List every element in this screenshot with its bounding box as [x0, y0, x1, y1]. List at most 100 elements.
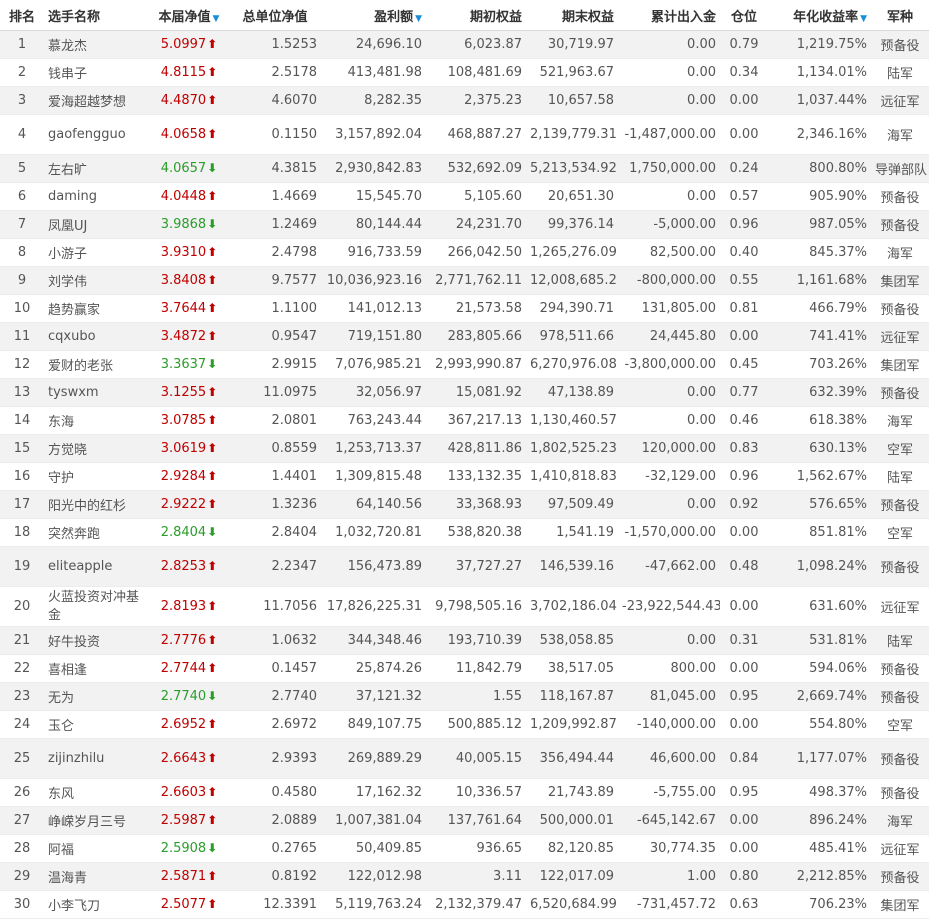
player-name-cell[interactable]: 阿福 — [44, 834, 149, 863]
table-row[interactable]: 26 东风 2.6603⬆ 0.4580 17,162.32 10,336.57 21,74… — [0, 778, 929, 807]
table-row[interactable]: 24 玉仑 2.6952⬆ 2.6972 849,107.75 500,885.12 1,2… — [0, 710, 929, 739]
table-row[interactable]: 20 火蓝投资对冲基金 2.8193⬆ 11.7056 17,826,225.31 9,7… — [0, 586, 929, 627]
player-name-cell[interactable]: 爱海超越梦想 — [44, 86, 149, 115]
player-name-cell[interactable]: 无为 — [44, 682, 149, 711]
table-row[interactable]: 23 无为 2.7740⬇ 2.7740 37,121.32 1.55 118,167.87… — [0, 682, 929, 711]
table-row[interactable]: 27 峥嵘岁月三号 2.5987⬆ 2.0889 1,007,381.04 137,761… — [0, 806, 929, 835]
position-cell: 0.95 — [720, 682, 768, 711]
header-current-nav[interactable]: 本届净值 ▼ — [149, 0, 229, 31]
total-unit-nav-cell: 2.7740 — [229, 682, 321, 711]
player-name-cell[interactable]: 刘学伟 — [44, 266, 149, 295]
player-name-cell[interactable]: 东风 — [44, 778, 149, 807]
player-name-cell[interactable]: 爱财的老张 — [44, 350, 149, 379]
player-name-cell[interactable]: 慕龙杰 — [44, 30, 149, 59]
table-row[interactable]: 30 小李飞刀 2.5077⬆ 12.3391 5,119,763.24 2,132,37… — [0, 890, 929, 919]
table-row[interactable]: 3 爱海超越梦想 4.4870⬆ 4.6070 8,282.35 2,375.23 10,6… — [0, 86, 929, 115]
player-name-cell[interactable]: zijinzhilu — [44, 738, 149, 779]
player-name-cell[interactable]: cqxubo — [44, 322, 149, 351]
total-unit-nav-cell: 2.8404 — [229, 518, 321, 547]
profit-cell: 24,696.10 — [321, 30, 426, 59]
player-name-cell[interactable]: daming — [44, 182, 149, 211]
position-cell: 0.24 — [720, 154, 768, 183]
ending-equity-cell: 500,000.01 — [526, 806, 618, 835]
header-profit[interactable]: 盈利额 ▼ — [321, 0, 426, 31]
ending-equity-cell: 6,520,684.99 — [526, 890, 618, 919]
table-row[interactable]: 5 左右旷 4.0657⬇ 4.3815 2,930,842.83 532,692.09 5… — [0, 154, 929, 183]
table-row[interactable]: 6 daming 4.0448⬆ 1.4669 15,545.70 5,105.60 20,… — [0, 182, 929, 211]
profit-cell: 141,012.13 — [321, 294, 426, 323]
position-cell: 0.31 — [720, 626, 768, 655]
table-row[interactable]: 15 方觉晓 3.0619⬆ 0.8559 1,253,713.37 428,811.86… — [0, 434, 929, 463]
cumulative-flow-cell: 120,000.00 — [618, 434, 720, 463]
table-row[interactable]: 10 趋势赢家 3.7644⬆ 1.1100 141,012.13 21,573.58 29… — [0, 294, 929, 323]
table-row[interactable]: 25 zijinzhilu 2.6643⬆ 2.9393 269,889.29 40,00… — [0, 738, 929, 779]
profit-cell: 1,309,815.48 — [321, 462, 426, 491]
table-row[interactable]: 17 阳光中的红杉 2.9222⬆ 1.3236 64,140.56 33,368.93 9… — [0, 490, 929, 519]
nav-value: 2.5987 — [160, 813, 207, 828]
table-row[interactable]: 29 温海青 2.5871⬆ 0.8192 122,012.98 3.11 122,017.… — [0, 862, 929, 891]
annualized-return-cell: 1,177.07% — [768, 738, 871, 779]
player-name-cell[interactable]: 喜相逢 — [44, 654, 149, 683]
table-row[interactable]: 8 小游子 3.9310⬆ 2.4798 916,733.59 266,042.50 1,2… — [0, 238, 929, 267]
table-row[interactable]: 22 喜相逢 2.7744⬆ 0.1457 25,874.26 11,842.79 38,5… — [0, 654, 929, 683]
branch-cell: 预备役 — [871, 182, 929, 211]
player-name-cell[interactable]: 东海 — [44, 406, 149, 435]
player-name-cell[interactable]: 钱串子 — [44, 58, 149, 87]
player-name-cell[interactable]: 凤凰UJ — [44, 210, 149, 239]
header-label: 累计出入金 — [650, 9, 716, 25]
sort-triangle-down-icon[interactable]: ▼ — [213, 14, 220, 24]
table-row[interactable]: 1 慕龙杰 5.0997⬆ 1.5253 24,696.10 6,023.87 30,719… — [0, 30, 929, 59]
position-cell: 0.00 — [720, 654, 768, 683]
player-name-cell[interactable]: gaofengguo — [44, 114, 149, 155]
player-name-cell[interactable]: 方觉晓 — [44, 434, 149, 463]
ending-equity-cell: 21,743.89 — [526, 778, 618, 807]
table-row[interactable]: 11 cqxubo 3.4872⬆ 0.9547 719,151.80 283,805.6… — [0, 322, 929, 351]
table-row[interactable]: 19 eliteapple 2.8253⬆ 2.2347 156,473.89 37,72… — [0, 546, 929, 587]
table-row[interactable]: 21 好牛投资 2.7776⬆ 1.0632 344,348.46 193,710.39 5… — [0, 626, 929, 655]
table-header: 排名 选手名称 本届净值 ▼ 总单位净值 盈利额 ▼ 期初权益 期末权益 累计出入金 仓位 年化收益率… — [0, 0, 929, 31]
player-name-cell[interactable]: 峥嵘岁月三号 — [44, 806, 149, 835]
player-name-cell[interactable]: 突然奔跑 — [44, 518, 149, 547]
table-row[interactable]: 13 tyswxm 3.1255⬆ 11.0975 32,056.97 15,081.92… — [0, 378, 929, 407]
player-name-cell[interactable]: tyswxm — [44, 378, 149, 407]
ending-equity-cell: 20,651.30 — [526, 182, 618, 211]
nav-value: 2.6603 — [160, 785, 207, 800]
sort-triangle-down-icon[interactable]: ▼ — [415, 14, 422, 24]
table-row[interactable]: 4 gaofengguo 4.0658⬆ 0.1150 3,157,892.04 468,… — [0, 114, 929, 155]
player-name-cell[interactable]: eliteapple — [44, 546, 149, 587]
total-unit-nav-cell: 2.0801 — [229, 406, 321, 435]
table-row[interactable]: 7 凤凰UJ 3.9868⬇ 1.2469 80,144.44 24,231.70 99,3… — [0, 210, 929, 239]
header-rank: 排名 — [0, 0, 44, 31]
player-name-cell[interactable]: 温海青 — [44, 862, 149, 891]
sort-triangle-down-icon[interactable]: ▼ — [860, 14, 867, 24]
profit-cell: 17,162.32 — [321, 778, 426, 807]
player-name-cell[interactable]: 趋势赢家 — [44, 294, 149, 323]
rank-cell: 1 — [0, 30, 44, 59]
table-row[interactable]: 18 突然奔跑 2.8404⬇ 2.8404 1,032,720.81 538,820.3… — [0, 518, 929, 547]
table-row[interactable]: 9 刘学伟 3.8408⬆ 9.7577 10,036,923.16 2,771,762.… — [0, 266, 929, 295]
table-row[interactable]: 2 钱串子 4.8115⬆ 2.5178 413,481.98 108,481.69 521… — [0, 58, 929, 87]
nav-value: 2.5871 — [160, 869, 207, 884]
player-name-cell[interactable]: 左右旷 — [44, 154, 149, 183]
player-name-cell[interactable]: 玉仑 — [44, 710, 149, 739]
cumulative-flow-cell: 131,805.00 — [618, 294, 720, 323]
player-name-cell[interactable]: 火蓝投资对冲基金 — [44, 586, 149, 627]
header-annualized-return[interactable]: 年化收益率 ▼ — [768, 0, 871, 31]
table-row[interactable]: 14 东海 3.0785⬆ 2.0801 763,243.44 367,217.13 1,1… — [0, 406, 929, 435]
table-row[interactable]: 16 守护 2.9284⬆ 1.4401 1,309,815.48 133,132.35 1… — [0, 462, 929, 491]
ending-equity-cell: 1,541.19 — [526, 518, 618, 547]
starting-equity-cell: 266,042.50 — [426, 238, 526, 267]
position-cell: 0.81 — [720, 294, 768, 323]
table-row[interactable]: 12 爱财的老张 3.3637⬇ 2.9915 7,076,985.21 2,993,99… — [0, 350, 929, 379]
player-name-cell[interactable]: 小游子 — [44, 238, 149, 267]
player-name-cell[interactable]: 守护 — [44, 462, 149, 491]
player-name-cell[interactable]: 小李飞刀 — [44, 890, 149, 919]
total-unit-nav-cell: 2.6972 — [229, 710, 321, 739]
player-name-cell[interactable]: 阳光中的红杉 — [44, 490, 149, 519]
nav-value: 2.7776 — [160, 633, 207, 648]
ending-equity-cell: 1,265,276.09 — [526, 238, 618, 267]
player-name-cell[interactable]: 好牛投资 — [44, 626, 149, 655]
profit-cell: 50,409.85 — [321, 834, 426, 863]
rank-cell: 25 — [0, 738, 44, 779]
table-row[interactable]: 28 阿福 2.5908⬇ 0.2765 50,409.85 936.65 82,120.8… — [0, 834, 929, 863]
